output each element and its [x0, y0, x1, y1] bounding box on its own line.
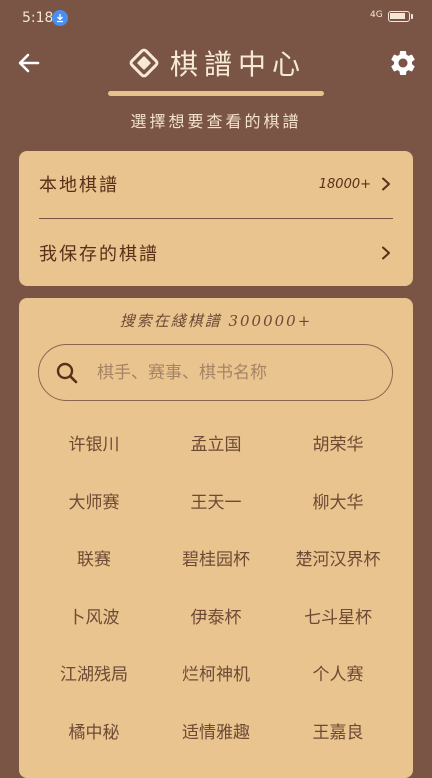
status-bar: 5:18 4G — [0, 0, 432, 36]
search-icon — [56, 362, 78, 383]
divider — [39, 218, 393, 219]
online-records-title: 搜索在綫棋譜 300000+ — [119, 312, 313, 330]
tag-item[interactable]: 柳大华 — [277, 472, 399, 530]
page-title: 棋譜中心 — [170, 48, 307, 81]
local-records-label: 本地棋譜 — [39, 175, 119, 196]
tag-item[interactable]: 孟立国 — [155, 414, 277, 472]
tag-item[interactable]: 橘中秘 — [33, 702, 155, 760]
search-bar[interactable] — [38, 344, 393, 401]
tag-grid: 许银川 孟立国 胡荣华大师赛 王天一 柳大华联赛 碧桂园杯 楚河汉界杯卜风波 伊泰杯 七斗星杯江… — [33, 414, 399, 759]
tag-item[interactable]: 王嘉良 — [277, 702, 399, 760]
tag-item[interactable]: 楚河汉界杯 — [277, 529, 399, 587]
search-input[interactable] — [95, 361, 359, 384]
tag-item[interactable]: 江湖残局 — [33, 644, 155, 702]
tag-item[interactable]: 卜风波 — [33, 587, 155, 645]
tag-item[interactable]: 王天一 — [155, 472, 277, 530]
download-icon — [52, 10, 68, 26]
tag-item[interactable]: 伊泰杯 — [155, 587, 277, 645]
back-arrow-icon[interactable] — [16, 50, 42, 76]
page-title-group: 棋譜中心 — [128, 46, 307, 81]
tag-item[interactable]: 大师赛 — [33, 472, 155, 530]
local-records-count: 18000+ — [318, 176, 371, 192]
local-records-card: 本地棋譜 18000+ 我保存的棋譜 — [19, 151, 413, 286]
online-records-card: 搜索在綫棋譜 300000+ 许银川孟立国胡荣华大师赛王天一柳大华联赛碧桂园杯楚… — [19, 298, 413, 778]
chevron-right-icon — [382, 177, 390, 191]
battery-icon — [388, 11, 410, 22]
diamond-logo-icon — [129, 48, 159, 78]
tag-item[interactable]: 胡荣华 — [277, 414, 399, 472]
gear-icon[interactable] — [388, 48, 418, 78]
status-time: 5:18 — [22, 10, 54, 26]
saved-records-label: 我保存的棋譜 — [39, 244, 159, 265]
tag-item[interactable]: 适情雅趣 — [155, 702, 277, 760]
tag-item[interactable]: 七斗星杯 — [277, 587, 399, 645]
signal-indicator: 4G — [370, 10, 383, 20]
tag-item[interactable]: 个人赛 — [277, 644, 399, 702]
title-underline — [108, 91, 324, 96]
tag-item[interactable]: 联赛 — [33, 529, 155, 587]
tag-item[interactable]: 烂柯神机 — [155, 644, 277, 702]
tag-item[interactable]: 许银川 — [33, 414, 155, 472]
tag-item[interactable]: 碧桂园杯 — [155, 529, 277, 587]
saved-records-row[interactable]: 我保存的棋譜 — [39, 228, 393, 278]
page-subtitle: 選擇想要查看的棋譜 — [130, 112, 302, 131]
chevron-right-icon — [382, 246, 390, 260]
local-records-row[interactable]: 本地棋譜 18000+ — [39, 159, 393, 209]
header: 棋譜中心 選擇想要查看的棋譜 — [0, 36, 432, 136]
